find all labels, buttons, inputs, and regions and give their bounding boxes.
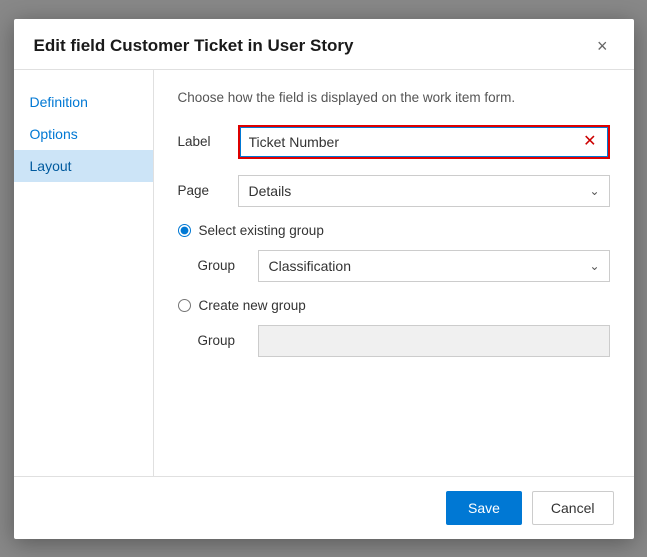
sidebar-item-layout[interactable]: Layout [14,150,153,182]
close-button[interactable]: × [591,35,614,57]
label-field-label: Label [178,134,238,149]
dialog-header: Edit field Customer Ticket in User Story… [14,19,634,70]
page-label: Page [178,183,238,198]
page-select[interactable]: Details Overview Planning [238,175,610,207]
content-description: Choose how the field is displayed on the… [178,90,610,105]
select-existing-label[interactable]: Select existing group [199,223,324,238]
create-new-group-row: Create new group [178,298,610,313]
select-existing-group-row: Select existing group [178,223,610,238]
group-label: Group [198,258,258,273]
dialog-title: Edit field Customer Ticket in User Story [34,36,354,56]
new-group-label: Group [198,333,258,348]
sidebar-item-options[interactable]: Options [14,118,153,150]
sidebar: Definition Options Layout [14,70,154,476]
edit-field-dialog: Edit field Customer Ticket in User Story… [14,19,634,539]
cancel-button[interactable]: Cancel [532,491,614,525]
group-select-row: Group Classification Development Testing… [198,250,610,282]
dialog-body: Definition Options Layout Choose how the… [14,70,634,476]
label-input-wrapper: ✕ [238,125,610,159]
new-group-input[interactable] [258,325,610,357]
clear-label-button[interactable]: ✕ [573,127,607,157]
select-existing-radio[interactable] [178,224,191,237]
group-select[interactable]: Classification Development Testing [258,250,610,282]
dialog-footer: Save Cancel [14,476,634,539]
save-button[interactable]: Save [446,491,522,525]
create-new-group-label[interactable]: Create new group [199,298,306,313]
label-input[interactable] [240,127,574,157]
page-row: Page Details Overview Planning ⌄ [178,175,610,207]
page-select-wrapper: Details Overview Planning ⌄ [238,175,610,207]
group-select-wrapper: Classification Development Testing ⌄ [258,250,610,282]
sidebar-item-definition[interactable]: Definition [14,86,153,118]
new-group-row: Group [198,325,610,357]
create-new-group-radio[interactable] [178,299,191,312]
label-row: Label ✕ [178,125,610,159]
content-area: Choose how the field is displayed on the… [154,70,634,476]
